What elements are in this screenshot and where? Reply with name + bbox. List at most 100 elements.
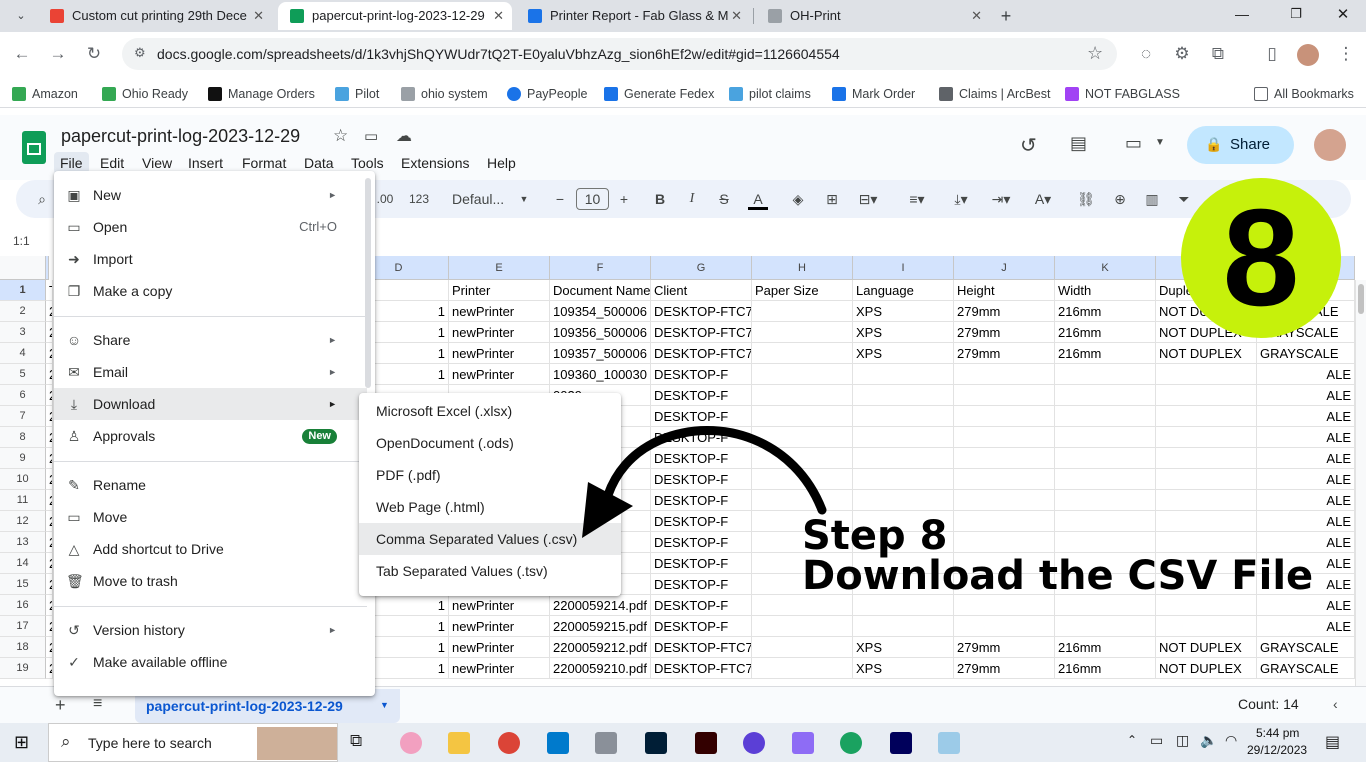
- table-cell[interactable]: [1156, 427, 1257, 448]
- table-cell[interactable]: [1156, 616, 1257, 637]
- table-cell[interactable]: XPS: [853, 322, 954, 343]
- table-cell[interactable]: 109360_100030: [550, 364, 651, 385]
- table-cell[interactable]: [954, 490, 1055, 511]
- file-menu-move[interactable]: ▭ Move: [54, 501, 367, 533]
- table-cell[interactable]: ALE: [1257, 364, 1355, 385]
- calculator-icon[interactable]: [595, 732, 617, 754]
- table-cell[interactable]: ALE: [1257, 427, 1355, 448]
- table-cell[interactable]: ALE: [1257, 406, 1355, 427]
- close-icon[interactable]: ✕: [493, 2, 504, 30]
- vertical-align-icon[interactable]: ⤓▾: [946, 188, 976, 210]
- share-button[interactable]: 🔒 Share: [1187, 126, 1294, 164]
- table-cell[interactable]: [853, 616, 954, 637]
- table-cell[interactable]: [752, 637, 853, 658]
- borders-icon[interactable]: ⊞: [822, 188, 842, 210]
- all-sheets-button[interactable]: ≡: [93, 695, 102, 713]
- table-cell[interactable]: 216mm: [1055, 637, 1156, 658]
- extension-icon[interactable]: ◌: [1134, 42, 1158, 66]
- bookmark-ohio-system[interactable]: ohio system: [401, 85, 488, 103]
- minimize-button[interactable]: —: [1232, 6, 1252, 22]
- decrease-font-button[interactable]: −: [552, 188, 568, 210]
- header-cell[interactable]: Client: [651, 280, 752, 301]
- italic-button[interactable]: I: [684, 188, 700, 210]
- file-menu-approvals[interactable]: ♙ Approvals New: [54, 420, 367, 452]
- table-cell[interactable]: [1055, 469, 1156, 490]
- bookmark-ohio-ready[interactable]: Ohio Ready: [102, 85, 188, 103]
- table-cell[interactable]: [1156, 406, 1257, 427]
- table-cell[interactable]: 109354_500006: [550, 301, 651, 322]
- chevron-up-icon[interactable]: ⌃: [1127, 733, 1137, 747]
- chart-icon[interactable]: ▥: [1142, 188, 1162, 210]
- bookmark-not-fabglass[interactable]: NOT FABGLASS: [1065, 85, 1180, 103]
- table-cell[interactable]: 216mm: [1055, 301, 1156, 322]
- premiere-icon[interactable]: [890, 732, 912, 754]
- table-cell[interactable]: [853, 364, 954, 385]
- close-window-button[interactable]: ✕: [1333, 5, 1353, 23]
- download-tsv[interactable]: Tab Separated Values (.tsv): [359, 555, 621, 587]
- table-cell[interactable]: [1055, 427, 1156, 448]
- table-cell[interactable]: [1156, 364, 1257, 385]
- row-header[interactable]: 15: [0, 574, 46, 595]
- app-icon[interactable]: [792, 732, 814, 754]
- table-cell[interactable]: [1055, 406, 1156, 427]
- browser-tab-gmail[interactable]: Custom cut printing 29th Dece ✕: [38, 2, 272, 30]
- row-header[interactable]: 1: [0, 280, 46, 301]
- task-view-icon[interactable]: ⧉: [350, 731, 362, 751]
- row-header[interactable]: 5: [0, 364, 46, 385]
- file-menu-make-copy[interactable]: ❐ Make a copy: [54, 275, 367, 307]
- link-icon[interactable]: ⛓: [1076, 188, 1096, 210]
- table-cell[interactable]: ALE: [1257, 448, 1355, 469]
- table-cell[interactable]: [954, 406, 1055, 427]
- table-cell[interactable]: newPrinter: [449, 364, 550, 385]
- table-cell[interactable]: 279mm: [954, 658, 1055, 679]
- move-folder-icon[interactable]: ▭: [364, 127, 378, 145]
- clock-time[interactable]: 5:44 pm: [1256, 726, 1299, 740]
- document-title[interactable]: papercut-print-log-2023-12-29: [61, 126, 300, 147]
- table-cell[interactable]: XPS: [853, 637, 954, 658]
- table-cell[interactable]: DESKTOP-FTC7059: [651, 322, 752, 343]
- table-cell[interactable]: newPrinter: [449, 637, 550, 658]
- forward-icon[interactable]: →: [46, 42, 70, 66]
- column-header-f[interactable]: F: [550, 256, 651, 280]
- text-wrapping-icon[interactable]: ⇥▾: [986, 188, 1016, 210]
- table-cell[interactable]: 2: [46, 448, 53, 469]
- table-cell[interactable]: DESKTOP-F: [651, 553, 752, 574]
- table-cell[interactable]: [752, 322, 853, 343]
- back-icon[interactable]: ←: [10, 42, 34, 66]
- restore-button[interactable]: ❐: [1286, 6, 1306, 22]
- table-cell[interactable]: GRAYSCALE: [1257, 637, 1355, 658]
- table-cell[interactable]: DESKTOP-F: [651, 385, 752, 406]
- table-cell[interactable]: [853, 406, 954, 427]
- close-icon[interactable]: ✕: [971, 2, 982, 30]
- table-cell[interactable]: NOT DUPLEX: [1156, 637, 1257, 658]
- file-menu-email[interactable]: ✉ Email ►: [54, 356, 367, 388]
- strikethrough-button[interactable]: S: [716, 188, 732, 210]
- text-rotation-icon[interactable]: A▾: [1028, 188, 1058, 210]
- site-info-icon[interactable]: ⚙: [134, 45, 146, 61]
- taskbar-search[interactable]: ⌕ Type here to search: [48, 723, 338, 762]
- table-cell[interactable]: DESKTOP-F: [651, 364, 752, 385]
- table-cell[interactable]: DESKTOP-F: [651, 595, 752, 616]
- table-cell[interactable]: 2: [46, 658, 53, 679]
- merge-cells-icon[interactable]: ⊟▾: [854, 188, 882, 210]
- table-cell[interactable]: ALE: [1257, 616, 1355, 637]
- row-header[interactable]: 10: [0, 469, 46, 490]
- column-header-h[interactable]: H: [752, 256, 853, 280]
- star-icon[interactable]: ☆: [333, 126, 348, 146]
- file-menu-new[interactable]: ▣ New ►: [54, 179, 367, 211]
- header-cell[interactable]: Height: [954, 280, 1055, 301]
- fill-color-icon[interactable]: ◈: [788, 188, 808, 210]
- clock-date[interactable]: 29/12/2023: [1247, 743, 1307, 757]
- chevron-down-icon[interactable]: ▼: [380, 700, 389, 710]
- row-header[interactable]: 18: [0, 637, 46, 658]
- table-cell[interactable]: newPrinter: [449, 322, 550, 343]
- table-cell[interactable]: [853, 469, 954, 490]
- selection-count[interactable]: Count: 14: [1238, 696, 1299, 712]
- row-header[interactable]: 3: [0, 322, 46, 343]
- app-icon[interactable]: [938, 732, 960, 754]
- table-cell[interactable]: ALE: [1257, 469, 1355, 490]
- more-menu-icon[interactable]: ⋮: [1334, 42, 1358, 66]
- table-cell[interactable]: 2200059210.pdf: [550, 658, 651, 679]
- table-cell[interactable]: [1156, 490, 1257, 511]
- table-cell[interactable]: newPrinter: [449, 301, 550, 322]
